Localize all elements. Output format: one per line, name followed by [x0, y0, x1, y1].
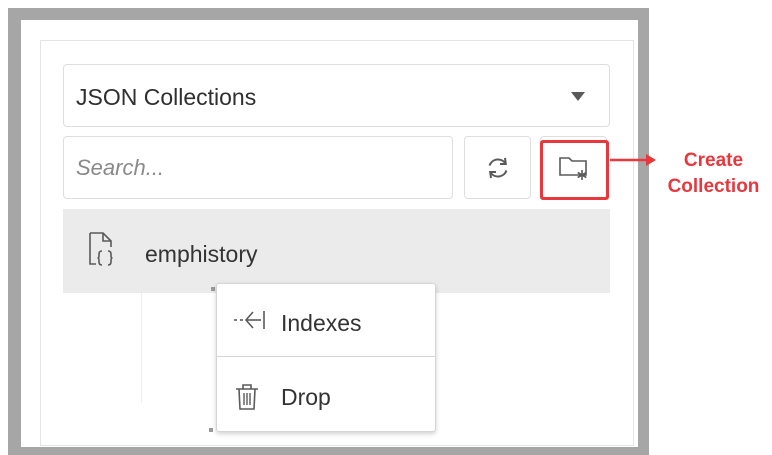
menu-divider [217, 356, 435, 357]
annotation-arrow-icon [610, 154, 656, 166]
divider [211, 287, 215, 291]
menu-item-label: Drop [281, 384, 331, 410]
create-collection-button[interactable] [540, 136, 607, 199]
collection-name: emphistory [145, 241, 258, 267]
create-collection-callout: Create Collection [667, 150, 760, 197]
divider [141, 293, 142, 403]
json-document-icon [89, 232, 113, 266]
screenshot-stage: JSON Collections Create Collection [0, 0, 772, 455]
caret-down-icon [571, 92, 585, 101]
menu-item-drop[interactable]: Drop [217, 358, 435, 430]
collection-type-select[interactable]: JSON Collections [63, 64, 610, 127]
refresh-icon [488, 157, 507, 178]
trash-icon [236, 384, 258, 410]
menu-item-indexes[interactable]: Indexes [217, 284, 435, 356]
menu-item-label: Indexes [281, 310, 362, 336]
divider [209, 428, 213, 432]
collection-type-selected-value: JSON Collections [76, 84, 257, 110]
collection-list-item[interactable]: emphistory [63, 209, 610, 293]
context-menu: Indexes Drop [216, 283, 436, 432]
indexes-icon [234, 311, 265, 329]
refresh-button[interactable] [464, 136, 531, 199]
search-input[interactable] [63, 136, 453, 199]
folder-asterisk-icon [558, 156, 587, 180]
